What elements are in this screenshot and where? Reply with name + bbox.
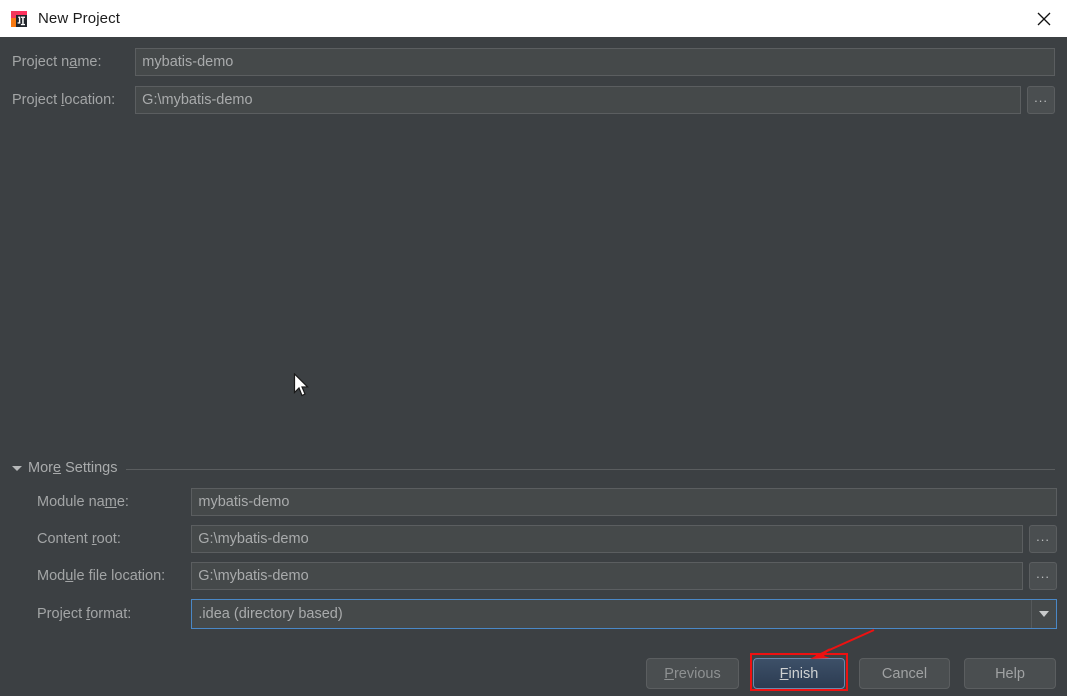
project-format-selected-value: .idea (directory based) bbox=[198, 606, 343, 622]
window-title: New Project bbox=[38, 10, 120, 27]
more-settings-label: More Settings bbox=[28, 460, 117, 476]
module-file-location-browse-button[interactable]: ... bbox=[1029, 562, 1058, 590]
project-name-label: Project name: bbox=[12, 54, 131, 70]
content-root-input[interactable] bbox=[191, 525, 1024, 553]
ellipsis-icon: ... bbox=[1036, 565, 1050, 581]
project-location-row: Project location: ... bbox=[12, 85, 1055, 115]
mouse-cursor bbox=[293, 372, 311, 399]
module-name-label-text: Module na bbox=[37, 494, 105, 510]
project-format-label: Project format: bbox=[37, 606, 191, 622]
new-project-dialog-body: Project name: Project location: ... More… bbox=[0, 37, 1067, 696]
module-file-location-label: Module file location: bbox=[37, 568, 191, 584]
project-name-input[interactable] bbox=[135, 48, 1055, 76]
chevron-down-icon[interactable] bbox=[1031, 600, 1056, 628]
module-name-row: Module name: bbox=[37, 487, 1057, 517]
more-settings-separator bbox=[126, 468, 1055, 470]
content-root-label-text: Content bbox=[37, 531, 92, 547]
help-button[interactable]: Help bbox=[964, 658, 1056, 689]
more-settings-label-suffix: Settings bbox=[61, 460, 118, 476]
previous-button-label: revious bbox=[673, 665, 721, 682]
module-file-location-label-text: Mod bbox=[37, 568, 66, 584]
project-format-label-suffix: ormat: bbox=[90, 606, 132, 622]
content-root-label: Content root: bbox=[37, 531, 191, 547]
project-format-label-text: Project bbox=[37, 606, 87, 622]
module-file-location-row: Module file location: ... bbox=[37, 561, 1058, 591]
ellipsis-icon: ... bbox=[1036, 528, 1050, 544]
cancel-button-label: Cancel bbox=[881, 665, 928, 682]
finish-button-label: inish bbox=[788, 665, 819, 682]
help-button-label: Help bbox=[995, 665, 1025, 682]
module-name-label: Module name: bbox=[37, 494, 191, 510]
module-name-input[interactable] bbox=[191, 488, 1057, 516]
previous-button[interactable]: Previous bbox=[646, 658, 739, 689]
content-root-row: Content root: ... bbox=[37, 524, 1058, 554]
module-name-label-mnemonic: m bbox=[104, 494, 117, 510]
project-name-label-suffix: me: bbox=[77, 54, 102, 70]
project-location-label: Project location: bbox=[12, 92, 131, 108]
finish-button[interactable]: Finish bbox=[753, 658, 845, 689]
project-location-input[interactable] bbox=[135, 86, 1022, 114]
window-titlebar: New Project bbox=[0, 0, 1067, 37]
intellij-idea-icon bbox=[9, 9, 29, 29]
previous-button-mnemonic: P bbox=[664, 665, 674, 682]
project-name-label-text: Project n bbox=[12, 54, 70, 70]
content-root-browse-button[interactable]: ... bbox=[1029, 525, 1058, 553]
module-file-location-input[interactable] bbox=[191, 562, 1024, 590]
close-icon[interactable] bbox=[1021, 0, 1067, 37]
project-format-combobox[interactable]: .idea (directory based) bbox=[191, 599, 1057, 629]
project-location-label-suffix: ocation: bbox=[64, 92, 116, 108]
finish-button-mnemonic: F bbox=[779, 665, 789, 682]
project-format-row: Project format: .idea (directory based) bbox=[37, 598, 1057, 630]
project-location-browse-button[interactable]: ... bbox=[1027, 86, 1055, 114]
cancel-button[interactable]: Cancel bbox=[859, 658, 950, 689]
module-name-label-suffix: e: bbox=[116, 494, 129, 510]
module-file-location-label-suffix: le file location: bbox=[73, 568, 166, 584]
content-root-label-suffix: oot: bbox=[96, 531, 121, 547]
more-settings-toggle[interactable]: More Settings bbox=[12, 459, 1055, 477]
project-name-row: Project name: bbox=[12, 47, 1055, 77]
more-settings-label-text: Mor bbox=[28, 460, 53, 476]
ellipsis-icon: ... bbox=[1034, 89, 1048, 105]
more-settings-label-mnemonic: e bbox=[52, 460, 62, 476]
dialog-button-bar: Previous Finish Cancel Help bbox=[0, 649, 1067, 696]
triangle-down-icon bbox=[12, 465, 22, 471]
project-location-label-text: Project bbox=[12, 92, 62, 108]
